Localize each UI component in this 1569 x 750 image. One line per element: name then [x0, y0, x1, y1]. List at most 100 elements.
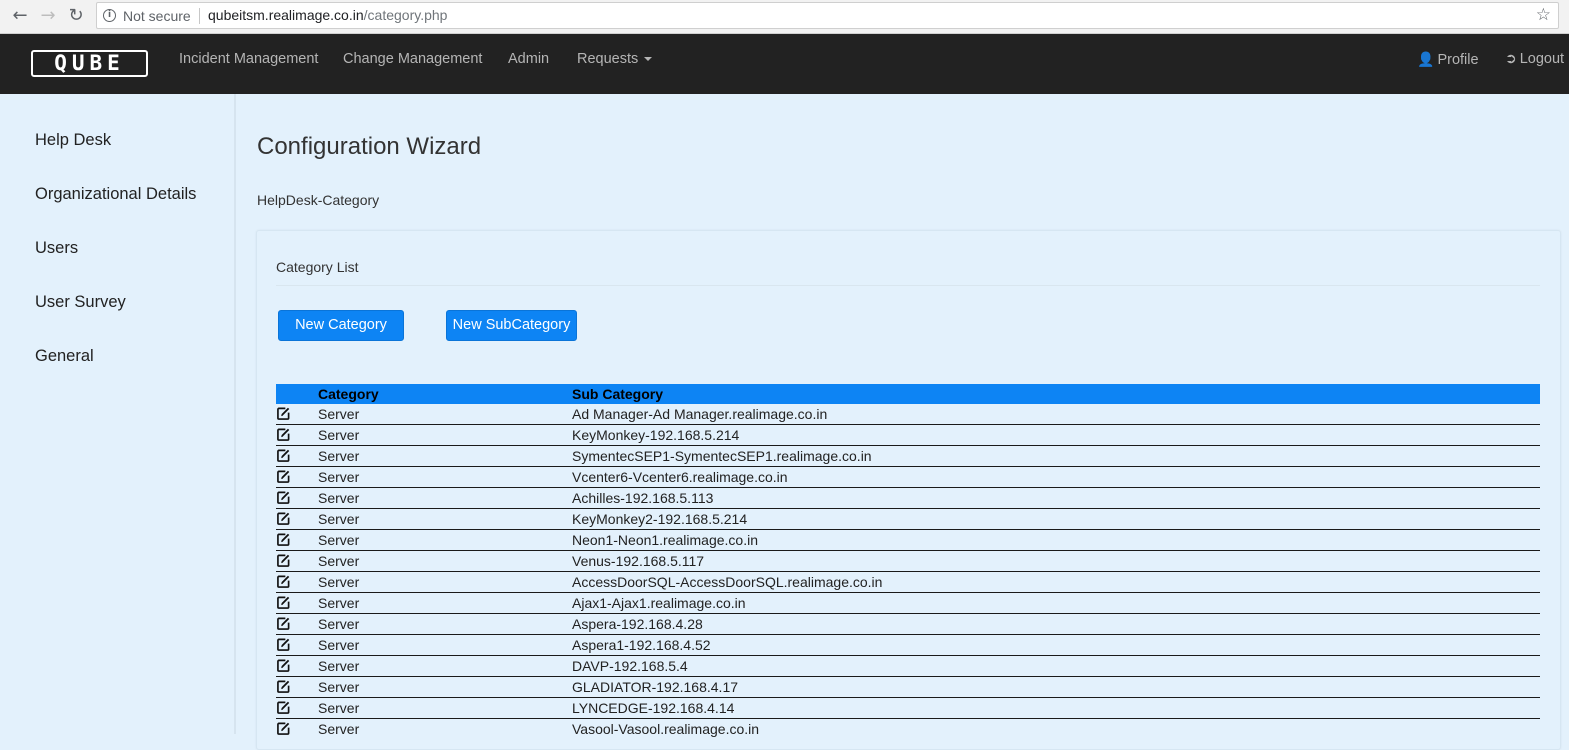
forward-arrow-icon[interactable]: → [37, 5, 59, 27]
page-title: Configuration Wizard [257, 133, 482, 160]
header-category: Category [318, 386, 379, 402]
table-row: Server AccessDoorSQL-AccessDoorSQL.realim… [276, 572, 1540, 593]
back-arrow-icon[interactable]: ← [9, 5, 31, 27]
edit-icon[interactable] [277, 596, 290, 609]
table-row: Server LYNCEDGE-192.168.4.14 [276, 698, 1540, 719]
profile-label: Profile [1437, 52, 1479, 68]
table-header: Category Sub Category [276, 384, 1540, 404]
nav-logout[interactable]: ➲ Logout [1505, 51, 1564, 67]
table-row: Server Vasool-Vasool.realimage.co.in [276, 719, 1540, 740]
cell-sub-category: Venus-192.168.5.117 [572, 553, 705, 569]
url-host: qubeitsm.realimage.co.in [208, 7, 364, 23]
panel-heading: Category List [276, 259, 359, 275]
table-row: Server Neon1-Neon1.realimage.co.in [276, 530, 1540, 551]
qube-logo[interactable]: QUBE [31, 50, 148, 77]
cell-sub-category: GLADIATOR-192.168.4.17 [572, 679, 739, 695]
table-row: Server SymentecSEP1-SymentecSEP1.realimag… [276, 446, 1540, 467]
cell-sub-category: Vasool-Vasool.realimage.co.in [572, 721, 760, 737]
nav-incident-management[interactable]: Incident Management [179, 51, 318, 67]
nav-requests-dropdown[interactable]: Requests [577, 51, 653, 67]
edit-icon[interactable] [277, 407, 290, 420]
info-icon[interactable]: i [103, 9, 116, 22]
sidebar-item-user-survey[interactable]: User Survey [35, 293, 126, 312]
edit-icon[interactable] [277, 512, 290, 525]
sidebar-item-general[interactable]: General [35, 347, 94, 366]
cell-sub-category: LYNCEDGE-192.168.4.14 [572, 700, 735, 716]
cell-category: Server [318, 679, 360, 695]
table-row: Server KeyMonkey-192.168.5.214 [276, 425, 1540, 446]
sidebar-item-help-desk[interactable]: Help Desk [35, 131, 111, 150]
logout-label: Logout [1519, 51, 1565, 67]
cell-sub-category: Aspera1-192.168.4.52 [572, 637, 711, 653]
cell-sub-category: Neon1-Neon1.realimage.co.in [572, 532, 758, 548]
nav-admin[interactable]: Admin [508, 51, 549, 67]
edit-icon[interactable] [277, 491, 290, 504]
cell-sub-category: AccessDoorSQL-AccessDoorSQL.realimage.co… [572, 574, 883, 590]
breadcrumb: HelpDesk-Category [257, 192, 380, 208]
sidebar-item-users[interactable]: Users [35, 239, 78, 258]
cell-category: Server [318, 574, 360, 590]
table-row: Server Vcenter6-Vcenter6.realimage.co.in [276, 467, 1540, 488]
new-subcategory-button[interactable]: New SubCategory [446, 310, 577, 341]
cell-category: Server [318, 469, 360, 485]
nav-change-management[interactable]: Change Management [343, 51, 482, 67]
top-navbar: QUBE Incident Management Change Manageme… [0, 34, 1569, 94]
sidebar: Help Desk Organizational Details Users U… [0, 94, 236, 734]
table-body: Server Ad Manager-Ad Manager.realimage.co… [276, 404, 1540, 740]
cell-category: Server [318, 658, 360, 674]
cell-sub-category: Aspera-192.168.4.28 [572, 616, 703, 632]
cell-category: Server [318, 448, 360, 464]
cell-category: Server [318, 595, 360, 611]
edit-icon[interactable] [277, 470, 290, 483]
address-bar[interactable]: i Not secure qubeitsm.realimage.co.in/ca… [96, 2, 1559, 29]
cell-sub-category: KeyMonkey2-192.168.5.214 [572, 511, 748, 527]
edit-icon[interactable] [277, 659, 290, 672]
table-row: Server Ajax1-Ajax1.realimage.co.in [276, 593, 1540, 614]
cell-sub-category: Achilles-192.168.5.113 [572, 490, 714, 506]
cell-category: Server [318, 490, 360, 506]
cell-category: Server [318, 721, 360, 737]
cell-sub-category: SymentecSEP1-SymentecSEP1.realimage.co.i… [572, 448, 872, 464]
url-path: /category.php [363, 7, 448, 23]
table-row: Server Achilles-192.168.5.113 [276, 488, 1540, 509]
security-label[interactable]: Not secure [123, 8, 191, 24]
url-separator [199, 8, 200, 24]
edit-icon[interactable] [277, 617, 290, 630]
edit-icon[interactable] [277, 554, 290, 567]
edit-icon[interactable] [277, 722, 290, 735]
edit-icon[interactable] [277, 638, 290, 651]
reload-icon[interactable]: ↻ [65, 5, 87, 27]
table-row: Server GLADIATOR-192.168.4.17 [276, 677, 1540, 698]
edit-icon[interactable] [277, 428, 290, 441]
star-icon[interactable]: ☆ [1536, 5, 1551, 25]
cell-category: Server [318, 532, 360, 548]
cell-sub-category: Ad Manager-Ad Manager.realimage.co.in [572, 406, 828, 422]
cell-category: Server [318, 427, 360, 443]
edit-icon[interactable] [277, 680, 290, 693]
panel-divider [276, 285, 1540, 286]
url-text[interactable]: qubeitsm.realimage.co.in/category.php [208, 7, 447, 23]
new-category-button[interactable]: New Category [278, 310, 404, 341]
user-icon: 👤 [1417, 52, 1435, 68]
nav-requests-label: Requests [577, 51, 639, 67]
header-sub-category: Sub Category [572, 386, 664, 402]
cell-sub-category: KeyMonkey-192.168.5.214 [572, 427, 740, 443]
table-row: Server Aspera1-192.168.4.52 [276, 635, 1540, 656]
table-row: Server Venus-192.168.5.117 [276, 551, 1540, 572]
browser-toolbar: ← → ↻ i Not secure qubeitsm.realimage.co… [0, 0, 1569, 34]
category-table: Category Sub Category Server Ad Manager-A… [276, 384, 1540, 740]
table-row: Server Ad Manager-Ad Manager.realimage.co… [276, 404, 1540, 425]
cell-category: Server [318, 637, 360, 653]
nav-profile[interactable]: 👤 Profile [1417, 52, 1479, 68]
cell-sub-category: Ajax1-Ajax1.realimage.co.in [572, 595, 746, 611]
cell-category: Server [318, 406, 360, 422]
caret-down-icon [644, 57, 653, 62]
sidebar-item-organizational-details[interactable]: Organizational Details [35, 185, 196, 204]
table-row: Server KeyMonkey2-192.168.5.214 [276, 509, 1540, 530]
edit-icon[interactable] [277, 449, 290, 462]
edit-icon[interactable] [277, 533, 290, 546]
cell-category: Server [318, 700, 360, 716]
edit-icon[interactable] [277, 701, 290, 714]
edit-icon[interactable] [277, 575, 290, 588]
table-row: Server Aspera-192.168.4.28 [276, 614, 1540, 635]
